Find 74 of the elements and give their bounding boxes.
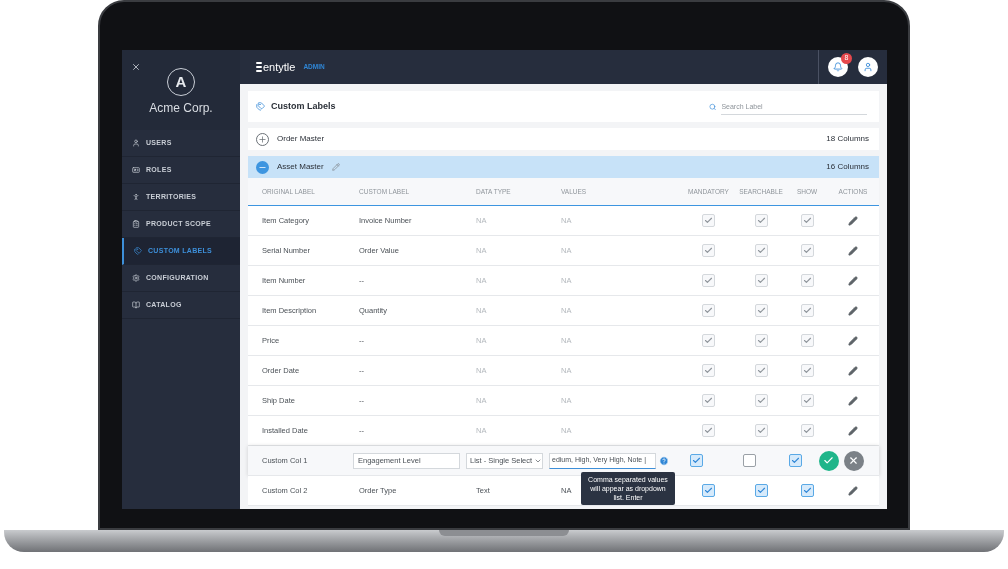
checkbox[interactable] xyxy=(690,454,703,467)
book-icon xyxy=(132,301,140,309)
check-icon xyxy=(756,216,766,225)
check-icon xyxy=(756,246,766,255)
column-count: 18 Columns xyxy=(826,133,869,145)
checkbox[interactable] xyxy=(788,454,802,467)
edit-icon[interactable] xyxy=(848,245,858,256)
person-icon xyxy=(132,139,140,147)
company-name: Acme Corp. xyxy=(149,100,213,117)
menu-icon xyxy=(256,62,262,72)
check-icon xyxy=(704,246,713,255)
check-icon xyxy=(704,486,713,495)
edit-icon[interactable] xyxy=(848,275,858,286)
confirm-button[interactable] xyxy=(818,450,839,471)
check-icon xyxy=(704,216,713,225)
edit-icon[interactable] xyxy=(848,335,858,346)
group-row[interactable]: Asset Master 16 Columns xyxy=(248,156,879,178)
checkbox[interactable] xyxy=(742,454,756,467)
check-icon xyxy=(802,366,812,375)
check-icon xyxy=(704,366,713,375)
edit-icon[interactable] xyxy=(848,215,858,226)
search-icon xyxy=(709,102,717,111)
logo: entytle xyxy=(263,59,296,75)
page-title: Custom Labels xyxy=(271,99,336,113)
check-icon xyxy=(802,276,812,285)
tags-icon xyxy=(134,247,142,255)
check-icon xyxy=(756,426,766,435)
check-icon xyxy=(802,216,812,225)
check-icon xyxy=(704,276,713,285)
check-icon xyxy=(802,486,812,495)
check-icon xyxy=(704,336,713,345)
column-count: 16 Columns xyxy=(826,161,869,173)
check-icon xyxy=(692,456,701,465)
check-icon xyxy=(756,486,766,495)
check-icon xyxy=(756,336,766,345)
person-icon xyxy=(863,62,873,72)
check-icon xyxy=(756,366,766,375)
check-icon xyxy=(790,456,800,465)
group-name: Asset Master xyxy=(277,161,324,173)
check-icon xyxy=(704,396,713,405)
edit-icon[interactable] xyxy=(848,395,858,406)
edit-icon[interactable] xyxy=(848,485,858,496)
check-icon xyxy=(802,246,812,255)
check-icon xyxy=(802,336,812,345)
check-icon xyxy=(802,426,812,435)
clipboard-icon xyxy=(132,220,140,228)
checkbox[interactable] xyxy=(800,484,814,497)
cancel-button[interactable] xyxy=(843,450,864,471)
tags-icon xyxy=(256,102,265,111)
checkbox[interactable] xyxy=(702,484,715,497)
person-icon xyxy=(132,193,140,201)
check-icon xyxy=(802,396,812,405)
check-icon xyxy=(802,306,812,315)
check-icon xyxy=(756,306,766,315)
close-icon xyxy=(848,455,859,466)
profile-button[interactable] xyxy=(858,57,878,77)
id-card-icon xyxy=(132,166,140,174)
group-name: Order Master xyxy=(277,133,325,145)
checkbox[interactable] xyxy=(754,484,768,497)
edit-icon[interactable] xyxy=(848,425,858,436)
pencil-icon[interactable] xyxy=(331,163,340,171)
edit-icon[interactable] xyxy=(848,365,858,376)
check-icon xyxy=(756,396,766,405)
check-icon xyxy=(704,426,713,435)
close-icon[interactable] xyxy=(131,62,141,72)
check-icon xyxy=(823,455,834,466)
bell-icon xyxy=(833,62,843,72)
check-icon xyxy=(756,276,766,285)
settings-icon xyxy=(132,274,140,282)
collapse-icon[interactable] xyxy=(256,160,269,174)
help-icon[interactable] xyxy=(659,455,669,466)
group-row[interactable]: Order Master 18 Columns xyxy=(248,128,879,150)
check-icon xyxy=(704,306,713,315)
edit-icon[interactable] xyxy=(848,305,858,316)
